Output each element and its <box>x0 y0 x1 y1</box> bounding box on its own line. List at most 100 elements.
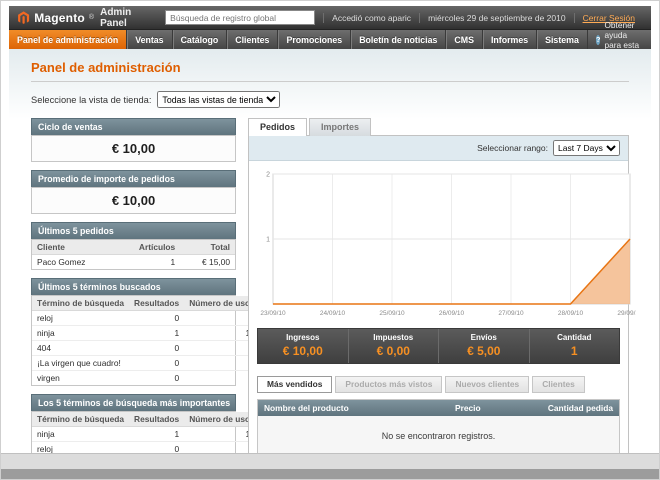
top-search-terms-panel: Los 5 términos de búsqueda más important… <box>31 394 260 453</box>
nav-list: Panel de administración Ventas Catálogo Cli… <box>9 30 588 49</box>
nav-item[interactable]: Panel de administración <box>9 30 128 49</box>
stat-value: € 0,00 <box>376 344 410 358</box>
svg-text:24/09/10: 24/09/10 <box>320 310 346 317</box>
left-column: Ciclo de ventas € 10,00 Promedio de impo… <box>31 118 260 453</box>
table-row[interactable]: reloj02 <box>32 441 260 453</box>
table-cell: virgen <box>37 373 60 383</box>
dashboard-columns: Ciclo de ventas € 10,00 Promedio de impo… <box>31 118 643 453</box>
products-table-head: Nombre del producto Precio Cantidad pedida <box>258 400 619 416</box>
nav-item[interactable]: Informes <box>483 30 538 49</box>
svg-text:26/09/10: 26/09/10 <box>439 310 465 317</box>
stat-value: € 10,00 <box>282 344 323 358</box>
table-row[interactable]: ninja110 <box>32 325 260 341</box>
table-row[interactable]: ninja110 <box>32 426 260 442</box>
top-search-terms-title: Los 5 términos de búsqueda más important… <box>31 394 236 411</box>
lifetime-sales-title: Ciclo de ventas <box>31 118 236 135</box>
window-bottom-bar <box>1 469 659 479</box>
svg-text:2: 2 <box>266 172 270 179</box>
magento-logo: Magento ® Admin Panel <box>17 7 157 29</box>
svg-text:23/09/10: 23/09/10 <box>260 310 286 317</box>
range-select[interactable]: Last 7 Days <box>553 140 620 156</box>
product-column-header: Nombre del producto <box>264 403 349 413</box>
table-cell: 1 <box>129 325 185 341</box>
bottom-tab[interactable]: Clientes <box>532 376 585 393</box>
tab-active[interactable]: Pedidos <box>248 118 308 136</box>
last-orders-title: Últimos 5 pedidos <box>31 222 236 239</box>
orders-chart: 1 2 23/09/10 24/09/10 25/09/10 26/09/10 27/09/… <box>249 161 643 321</box>
column-header: Cliente <box>32 240 134 255</box>
table-cell: 0 <box>129 340 185 356</box>
table-cell: 0 <box>129 355 185 371</box>
table-cell: 0 <box>129 310 185 326</box>
stat: Impuestos € 0,00 <box>347 329 439 363</box>
table-row[interactable]: ¡La virgen que cuadro!02 <box>32 355 260 371</box>
store-view-select[interactable]: Todas las vistas de tienda <box>157 91 281 108</box>
range-label: Seleccionar rango: <box>477 143 548 153</box>
diagram-panel: Seleccionar rango: Last 7 Days 1 2 23/09/1… <box>248 135 643 453</box>
column-header: Resultados <box>129 296 185 311</box>
stat-label: Envíos <box>470 333 497 342</box>
product-column-header: Precio <box>455 403 481 413</box>
stat-label: Ingresos <box>286 333 320 342</box>
table-cell: € 15,00 <box>202 257 230 267</box>
page-title: Panel de administración <box>31 60 181 75</box>
table-row[interactable]: 40401 <box>32 340 260 356</box>
nav-item[interactable]: Promociones <box>278 30 352 49</box>
table-cell: ninja <box>32 325 130 341</box>
lifetime-sales-panel: Ciclo de ventas € 10,00 <box>31 118 236 162</box>
store-view-switcher: Seleccione la vista de tienda: Todas las… <box>31 91 629 108</box>
last-orders-panel: Últimos 5 pedidos Cliente Artículos Total P… <box>31 222 236 270</box>
products-empty-message: No se encontraron registros. <box>258 416 619 453</box>
stat: Cantidad 1 <box>528 329 620 363</box>
column-header: Resultados <box>129 412 185 427</box>
page-help-link[interactable]: ? Obtener ayuda para esta página <box>588 20 651 60</box>
logged-in-as: Accedió como aparic <box>323 12 419 23</box>
table-cell: Paco Gomez <box>37 257 86 267</box>
svg-text:28/09/10: 28/09/10 <box>558 310 584 317</box>
mini-table: Término de búsqueda Resultados Número de u… <box>32 296 260 385</box>
table-cell: reloj <box>32 310 130 326</box>
table-row[interactable]: virgen01 <box>32 371 260 386</box>
nav-item[interactable]: Sistema <box>537 30 588 49</box>
logo-subtitle: Admin Panel <box>100 6 132 29</box>
column-header: Término de búsqueda <box>32 412 130 427</box>
table-cell: ¡La virgen que cuadro! <box>32 355 130 371</box>
table-cell: 1 <box>129 426 185 442</box>
nav-item[interactable]: Ventas <box>127 30 173 49</box>
stats-row: Ingresos € 10,00 Impuestos € 0,00 Envíos € 5,… <box>257 328 620 364</box>
stat-value: € 5,00 <box>467 344 501 358</box>
stat: Ingresos € 10,00 <box>258 329 348 363</box>
svg-text:27/09/10: 27/09/10 <box>498 310 524 317</box>
svg-text:25/09/10: 25/09/10 <box>379 310 405 317</box>
last-orders-table: Cliente Artículos Total Paco Gomez 1 € 15,00 <box>31 239 236 270</box>
table-cell: reloj <box>32 441 130 453</box>
page-body: Magento® Admin Panel Accedió como aparic… <box>1 1 659 453</box>
logo-name: Magento <box>34 10 85 25</box>
table-row[interactable]: Paco Gomez 1 € 15,00 <box>32 255 235 270</box>
column-header: Total <box>180 240 235 255</box>
bottom-tab[interactable]: Nuevos clientes <box>445 376 530 393</box>
table-row[interactable]: reloj02 <box>32 310 260 326</box>
global-search-wrap <box>157 10 323 25</box>
help-icon: ? <box>595 34 601 45</box>
table-cell: 0 <box>174 373 180 383</box>
table-cell: 1 <box>170 257 176 267</box>
header-right: Accedió como aparic miércoles 29 de sept… <box>157 10 643 25</box>
bottom-tab[interactable]: Productos más vistos <box>335 376 443 393</box>
right-column: Pedidos Importes Seleccionar rango: Last … <box>248 118 643 453</box>
svg-text:1: 1 <box>266 237 270 244</box>
range-selector-row: Seleccionar rango: Last 7 Days <box>249 136 628 161</box>
tab-inactive[interactable]: Importes <box>309 118 372 136</box>
global-search-input[interactable] <box>165 10 316 25</box>
last-search-terms-title: Últimos 5 términos buscados <box>31 278 236 295</box>
last-search-terms-table: Término de búsqueda Resultados Número de u… <box>31 295 260 386</box>
nav-item[interactable]: CMS <box>446 30 483 49</box>
bottom-tab[interactable]: Más vendidos <box>257 376 333 393</box>
table-cell: ninja <box>32 426 130 442</box>
top-search-terms-table: Término de búsqueda Resultados Número de u… <box>31 411 260 453</box>
magento-logo-icon <box>18 10 30 24</box>
nav-item[interactable]: Boletín de noticias <box>351 30 447 49</box>
nav-item[interactable]: Clientes <box>227 30 279 49</box>
products-table: Nombre del producto Precio Cantidad pedida… <box>257 399 620 453</box>
nav-item[interactable]: Catálogo <box>173 30 228 49</box>
